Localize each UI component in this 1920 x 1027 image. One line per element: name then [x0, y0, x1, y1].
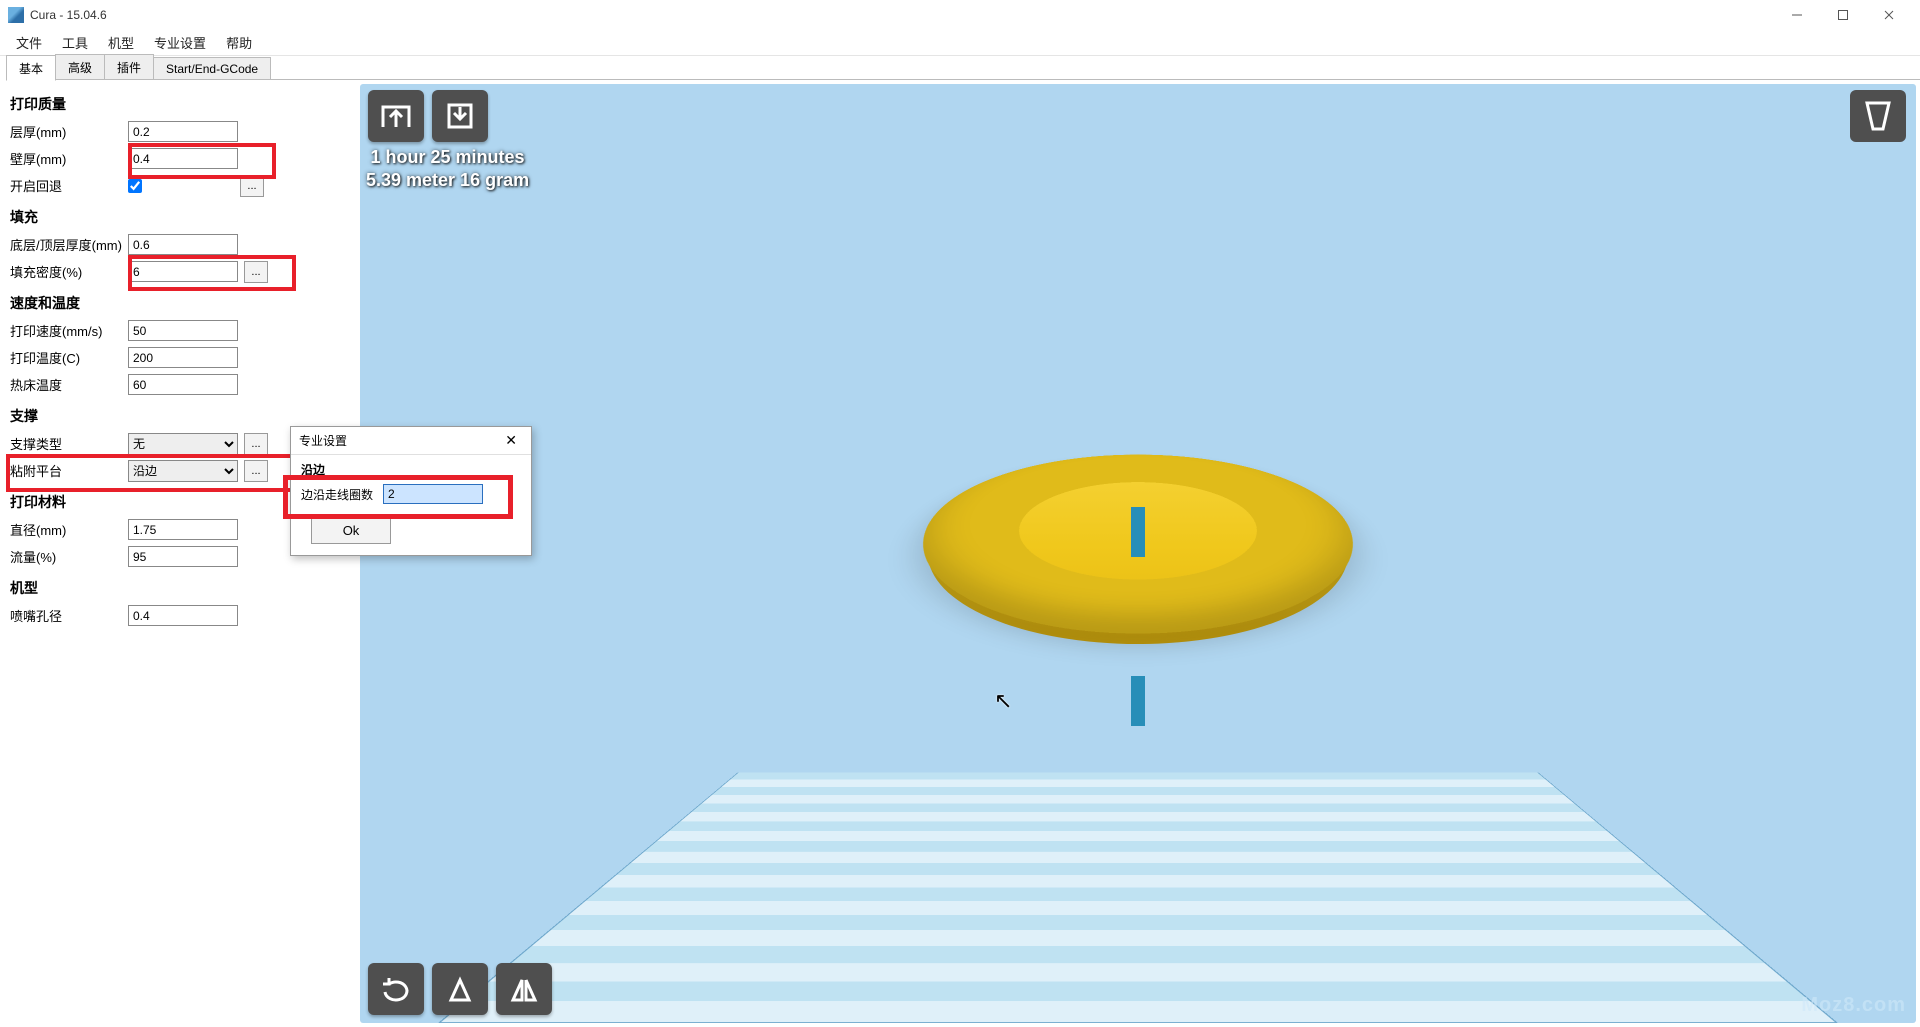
- select-support-type[interactable]: 无: [128, 433, 238, 455]
- minimize-button[interactable]: [1774, 0, 1820, 30]
- cura-logo-icon: [1850, 90, 1906, 142]
- label-layer-height: 层厚(mm): [10, 122, 128, 141]
- label-platform-adhesion: 粘附平台: [10, 461, 128, 480]
- menu-expert[interactable]: 专业设置: [144, 31, 216, 54]
- load-model-icon[interactable]: [368, 90, 424, 142]
- support-more-button[interactable]: ...: [244, 433, 268, 455]
- input-fill-density[interactable]: [128, 261, 238, 282]
- expert-settings-dialog: 专业设置 ✕ 沿边 边沿走线圈数 Ok: [290, 426, 532, 556]
- print-estimate: 1 hour 25 minutes 5.39 meter 16 gram: [366, 146, 529, 191]
- input-bed-temp[interactable]: [128, 374, 238, 395]
- input-topbottom[interactable]: [128, 234, 238, 255]
- checkbox-retraction[interactable]: [128, 179, 142, 193]
- section-quality: 打印质量: [10, 94, 350, 114]
- section-speed-temp: 速度和温度: [10, 293, 350, 313]
- select-platform-adhesion[interactable]: 沿边: [128, 460, 238, 482]
- menubar: 文件 工具 机型 专业设置 帮助: [0, 30, 1920, 56]
- input-print-temp[interactable]: [128, 347, 238, 368]
- tab-advanced[interactable]: 高级: [55, 54, 105, 80]
- menu-help[interactable]: 帮助: [216, 31, 262, 54]
- label-wall-thickness: 壁厚(mm): [10, 149, 128, 168]
- maximize-button[interactable]: [1820, 0, 1866, 30]
- input-diameter[interactable]: [128, 519, 238, 540]
- menu-file[interactable]: 文件: [6, 31, 52, 54]
- tab-gcode[interactable]: Start/End-GCode: [153, 57, 271, 80]
- input-layer-height[interactable]: [128, 121, 238, 142]
- close-button[interactable]: [1866, 0, 1912, 30]
- mouse-cursor-icon: ↖: [994, 688, 1012, 714]
- dialog-close-button[interactable]: ✕: [499, 432, 523, 449]
- titlebar: Cura - 15.04.6: [0, 0, 1920, 30]
- watermark: Moz8.com: [1801, 994, 1906, 1017]
- menu-machine[interactable]: 机型: [98, 31, 144, 54]
- retraction-more-button[interactable]: ...: [240, 175, 264, 197]
- menu-tools[interactable]: 工具: [52, 31, 98, 54]
- input-print-speed[interactable]: [128, 320, 238, 341]
- label-support-type: 支撑类型: [10, 434, 128, 453]
- tab-plugins[interactable]: 插件: [104, 54, 154, 80]
- section-fill: 填充: [10, 207, 350, 227]
- save-gcode-icon[interactable]: [432, 90, 488, 142]
- mirror-icon[interactable]: [496, 963, 552, 1015]
- dialog-ok-button[interactable]: Ok: [311, 516, 391, 544]
- label-print-temp: 打印温度(C): [10, 348, 128, 367]
- section-machine: 机型: [10, 578, 350, 598]
- dialog-subtitle: 沿边: [301, 461, 521, 478]
- estimate-time: 1 hour 25 minutes: [366, 146, 529, 169]
- tab-basic[interactable]: 基本: [6, 55, 56, 81]
- fill-more-button[interactable]: ...: [244, 261, 268, 283]
- window-title: Cura - 15.04.6: [30, 8, 107, 22]
- input-wall-thickness[interactable]: [128, 148, 238, 169]
- label-topbottom: 底层/顶层厚度(mm): [10, 235, 128, 254]
- app-icon: [8, 7, 24, 23]
- scale-icon[interactable]: [432, 963, 488, 1015]
- section-support: 支撑: [10, 406, 350, 426]
- label-diameter: 直径(mm): [10, 520, 128, 539]
- estimate-material: 5.39 meter 16 gram: [366, 169, 529, 192]
- label-fill-density: 填充密度(%): [10, 262, 128, 281]
- viewport[interactable]: 1 hour 25 minutes 5.39 meter 16 gram ↖ M…: [360, 84, 1916, 1023]
- model-notch: [1131, 507, 1145, 557]
- input-flow[interactable]: [128, 546, 238, 567]
- input-brim-lines[interactable]: [383, 484, 483, 504]
- model-notch: [1131, 676, 1145, 726]
- label-brim-lines: 边沿走线圈数: [301, 486, 383, 503]
- input-nozzle[interactable]: [128, 605, 238, 626]
- build-plate: [438, 772, 1838, 1023]
- label-retraction: 开启回退: [10, 176, 128, 195]
- adhesion-more-button[interactable]: ...: [244, 460, 268, 482]
- label-flow: 流量(%): [10, 547, 128, 566]
- rotate-icon[interactable]: [368, 963, 424, 1015]
- label-nozzle: 喷嘴孔径: [10, 606, 128, 625]
- tabbar: 基本 高级 插件 Start/End-GCode: [0, 56, 1920, 80]
- dialog-title: 专业设置: [299, 432, 347, 449]
- label-bed-temp: 热床温度: [10, 375, 128, 394]
- label-print-speed: 打印速度(mm/s): [10, 321, 128, 340]
